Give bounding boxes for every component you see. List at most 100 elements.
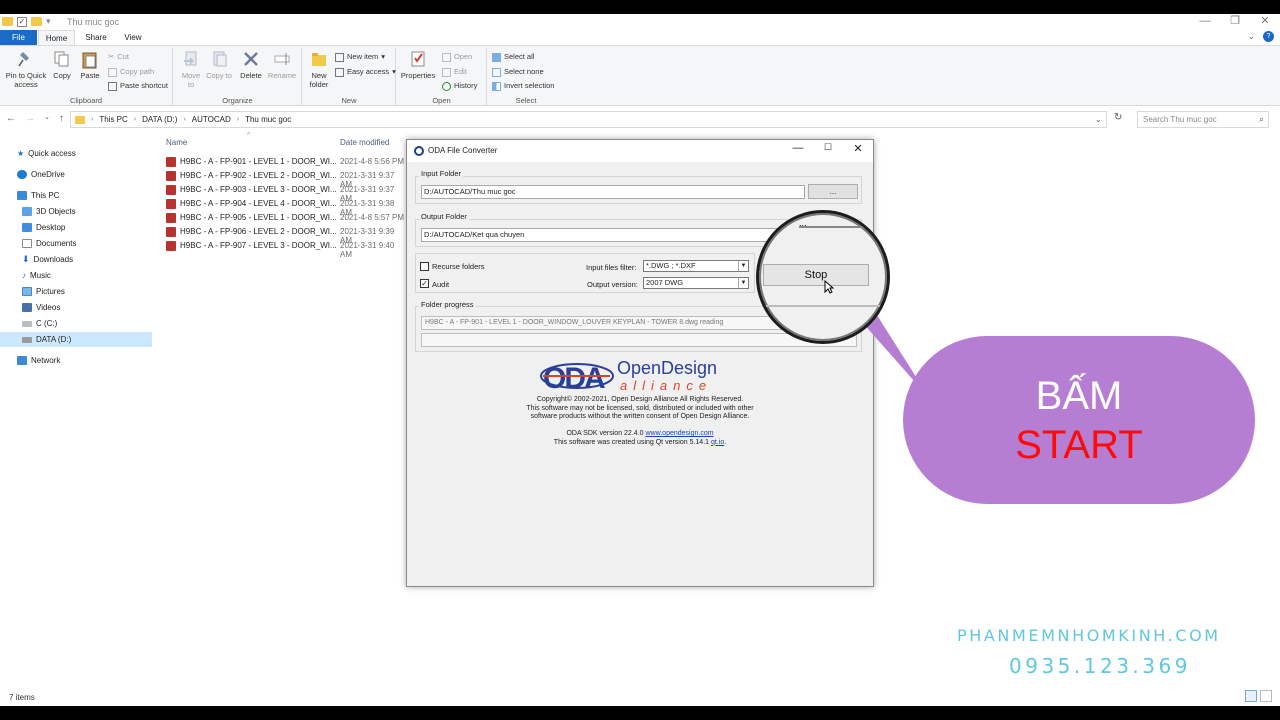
history-button[interactable]: History (442, 80, 477, 92)
select-all-label: Select all (504, 52, 535, 61)
tab-home[interactable]: Home (38, 30, 75, 45)
tab-file[interactable]: File (0, 30, 37, 45)
magnified-progress-line (759, 305, 887, 307)
new-folder-icon[interactable] (31, 17, 42, 26)
maximize-button[interactable]: ❐ (1220, 14, 1250, 28)
customize-dropdown-icon[interactable]: ▾ (46, 16, 51, 27)
nav-label: Pictures (36, 287, 65, 296)
input-browse-button[interactable]: ... (808, 184, 858, 199)
version-label: Output version: (587, 280, 638, 289)
file-row[interactable]: H9BC - A - FP-901 - LEVEL 1 - DOOR_WI...… (166, 155, 406, 169)
recent-dropdown-icon[interactable]: ⌄ (44, 113, 50, 124)
select-group: Select all Select none Invert selection … (488, 48, 564, 106)
copy-path-button[interactable]: Copy path (108, 66, 154, 78)
search-input[interactable]: Search Thu muc goc ⌕ (1137, 111, 1269, 128)
tab-view[interactable]: View (116, 30, 150, 45)
select-all-button[interactable]: Select all (492, 51, 534, 63)
opendesign-link[interactable]: www.opendesign.com (645, 430, 713, 437)
cut-button[interactable]: ✂ Cut (108, 51, 129, 63)
expand-ribbon-icon[interactable]: ⌄ (1247, 31, 1255, 42)
dialog-close-button[interactable]: ✕ (843, 142, 873, 155)
dwg-file-icon (166, 157, 176, 167)
breadcrumb-data-d[interactable]: DATA (D:) (142, 115, 177, 124)
back-arrow-icon[interactable]: ← (6, 113, 16, 124)
dialog-minimize-button[interactable]: — (783, 142, 813, 154)
properties-button[interactable]: Properties (400, 50, 436, 80)
nav-videos[interactable]: Videos (0, 300, 152, 315)
output-folder-field[interactable]: D:/AUTOCAD/Ket qua chuyen (421, 228, 805, 242)
qt-link[interactable]: qt.io (711, 439, 724, 446)
dwg-file-icon (166, 227, 176, 237)
large-icons-view-icon[interactable] (1260, 690, 1272, 702)
watermark-site: PHANMEMNHOMKINH.COM (957, 626, 1221, 645)
nav-music[interactable]: ♪ Music (0, 268, 152, 283)
nav-3d-objects[interactable]: 3D Objects (0, 204, 152, 219)
delete-button[interactable]: Delete (238, 50, 264, 80)
nav-label: DATA (D:) (36, 335, 72, 344)
file-name: H9BC - A - FP-907 - LEVEL 3 - DOOR_WI... (180, 241, 337, 250)
nav-pictures[interactable]: Pictures (0, 284, 152, 299)
move-to-button[interactable]: Move to (178, 50, 204, 89)
network-icon (17, 356, 27, 365)
column-name[interactable]: Name (166, 138, 187, 147)
easy-access-button[interactable]: Easy access ▾ (335, 66, 396, 78)
oda-app-icon (414, 146, 424, 156)
file-date: 2021-3-31 9:40 AM (340, 241, 395, 259)
nav-network[interactable]: Network (0, 353, 152, 368)
stop-button[interactable]: Stop (763, 264, 869, 286)
input-filter-select[interactable]: *.DWG ; *.DXF ▼ (643, 260, 749, 272)
audit-checkbox[interactable]: ✓ (420, 279, 429, 288)
nav-c-drive[interactable]: C (C:) (0, 316, 152, 331)
file-row[interactable]: H9BC - A - FP-905 - LEVEL 1 - DOOR_WI...… (166, 211, 406, 225)
copy-label: Copy (53, 71, 71, 80)
tab-share[interactable]: Share (79, 30, 113, 45)
file-row[interactable]: H9BC - A - FP-907 - LEVEL 3 - DOOR_WI...… (166, 239, 406, 259)
address-dropdown-icon[interactable]: ⌄ (1095, 115, 1102, 124)
invert-selection-button[interactable]: Invert selection (492, 80, 554, 92)
file-row[interactable]: H9BC - A - FP-906 - LEVEL 2 - DOOR_WI...… (166, 225, 406, 245)
nav-desktop[interactable]: Desktop (0, 220, 152, 235)
nav-downloads[interactable]: ⬇ Downloads (0, 252, 152, 267)
nav-onedrive[interactable]: OneDrive (0, 167, 152, 182)
refresh-icon[interactable]: ↻ (1114, 112, 1122, 123)
file-row[interactable]: H9BC - A - FP-903 - LEVEL 3 - DOOR_WI...… (166, 183, 406, 203)
copy-to-button[interactable]: Copy to (206, 50, 232, 80)
rename-button[interactable]: Rename (267, 50, 297, 80)
up-arrow-icon[interactable]: ↑ (59, 113, 64, 124)
dialog-maximize-button[interactable]: ☐ (813, 142, 843, 153)
file-name: H9BC - A - FP-903 - LEVEL 3 - DOOR_WI... (180, 185, 337, 194)
open-button[interactable]: Open (442, 51, 472, 63)
output-version-select[interactable]: 2007 DWG ▼ (643, 277, 749, 289)
help-icon[interactable]: ? (1263, 31, 1274, 42)
minimize-button[interactable]: — (1190, 14, 1220, 28)
paste-button[interactable]: Paste (78, 50, 102, 80)
file-row[interactable]: H9BC - A - FP-902 - LEVEL 2 - DOOR_WI...… (166, 169, 406, 189)
close-button[interactable]: ✕ (1250, 14, 1280, 28)
select-none-button[interactable]: Select none (492, 66, 544, 78)
invert-selection-icon (492, 81, 501, 91)
breadcrumb-autocad[interactable]: AUTOCAD (192, 115, 231, 124)
properties-check-icon[interactable]: ✓ (17, 16, 27, 27)
details-view-icon[interactable] (1245, 690, 1257, 702)
paste-shortcut-button[interactable]: Paste shortcut (108, 80, 168, 92)
nav-label: Network (31, 356, 61, 365)
forward-arrow-icon[interactable]: → (25, 113, 35, 124)
nav-documents[interactable]: Documents (0, 236, 152, 251)
new-item-button[interactable]: New item ▾ (335, 51, 385, 63)
pin-quick-access-button[interactable]: Pin to Quick access (3, 50, 49, 89)
nav-data-d-drive[interactable]: DATA (D:) (0, 332, 152, 347)
breadcrumb-this-pc[interactable]: This PC (99, 115, 127, 124)
nav-quick-access[interactable]: ★ Quick access (0, 146, 152, 161)
copy-button[interactable]: Copy (50, 50, 74, 80)
breadcrumb-thu-muc-goc[interactable]: Thu muc goc (245, 115, 291, 124)
nav-this-pc[interactable]: This PC (0, 188, 152, 203)
recurse-checkbox[interactable] (420, 262, 429, 271)
dialog-title: ODA File Converter (428, 146, 498, 155)
new-folder-button[interactable]: New folder (306, 50, 332, 89)
address-bar[interactable]: › This PC › DATA (D:) › AUTOCAD › Thu mu… (70, 111, 1107, 128)
output-folder-label: Output Folder (419, 212, 469, 221)
edit-button[interactable]: Edit (442, 66, 467, 78)
file-row[interactable]: H9BC - A - FP-904 - LEVEL 4 - DOOR_WI...… (166, 197, 406, 217)
column-date-modified[interactable]: Date modified (340, 138, 389, 147)
input-folder-field[interactable]: D:/AUTOCAD/Thu muc goc (421, 185, 805, 199)
